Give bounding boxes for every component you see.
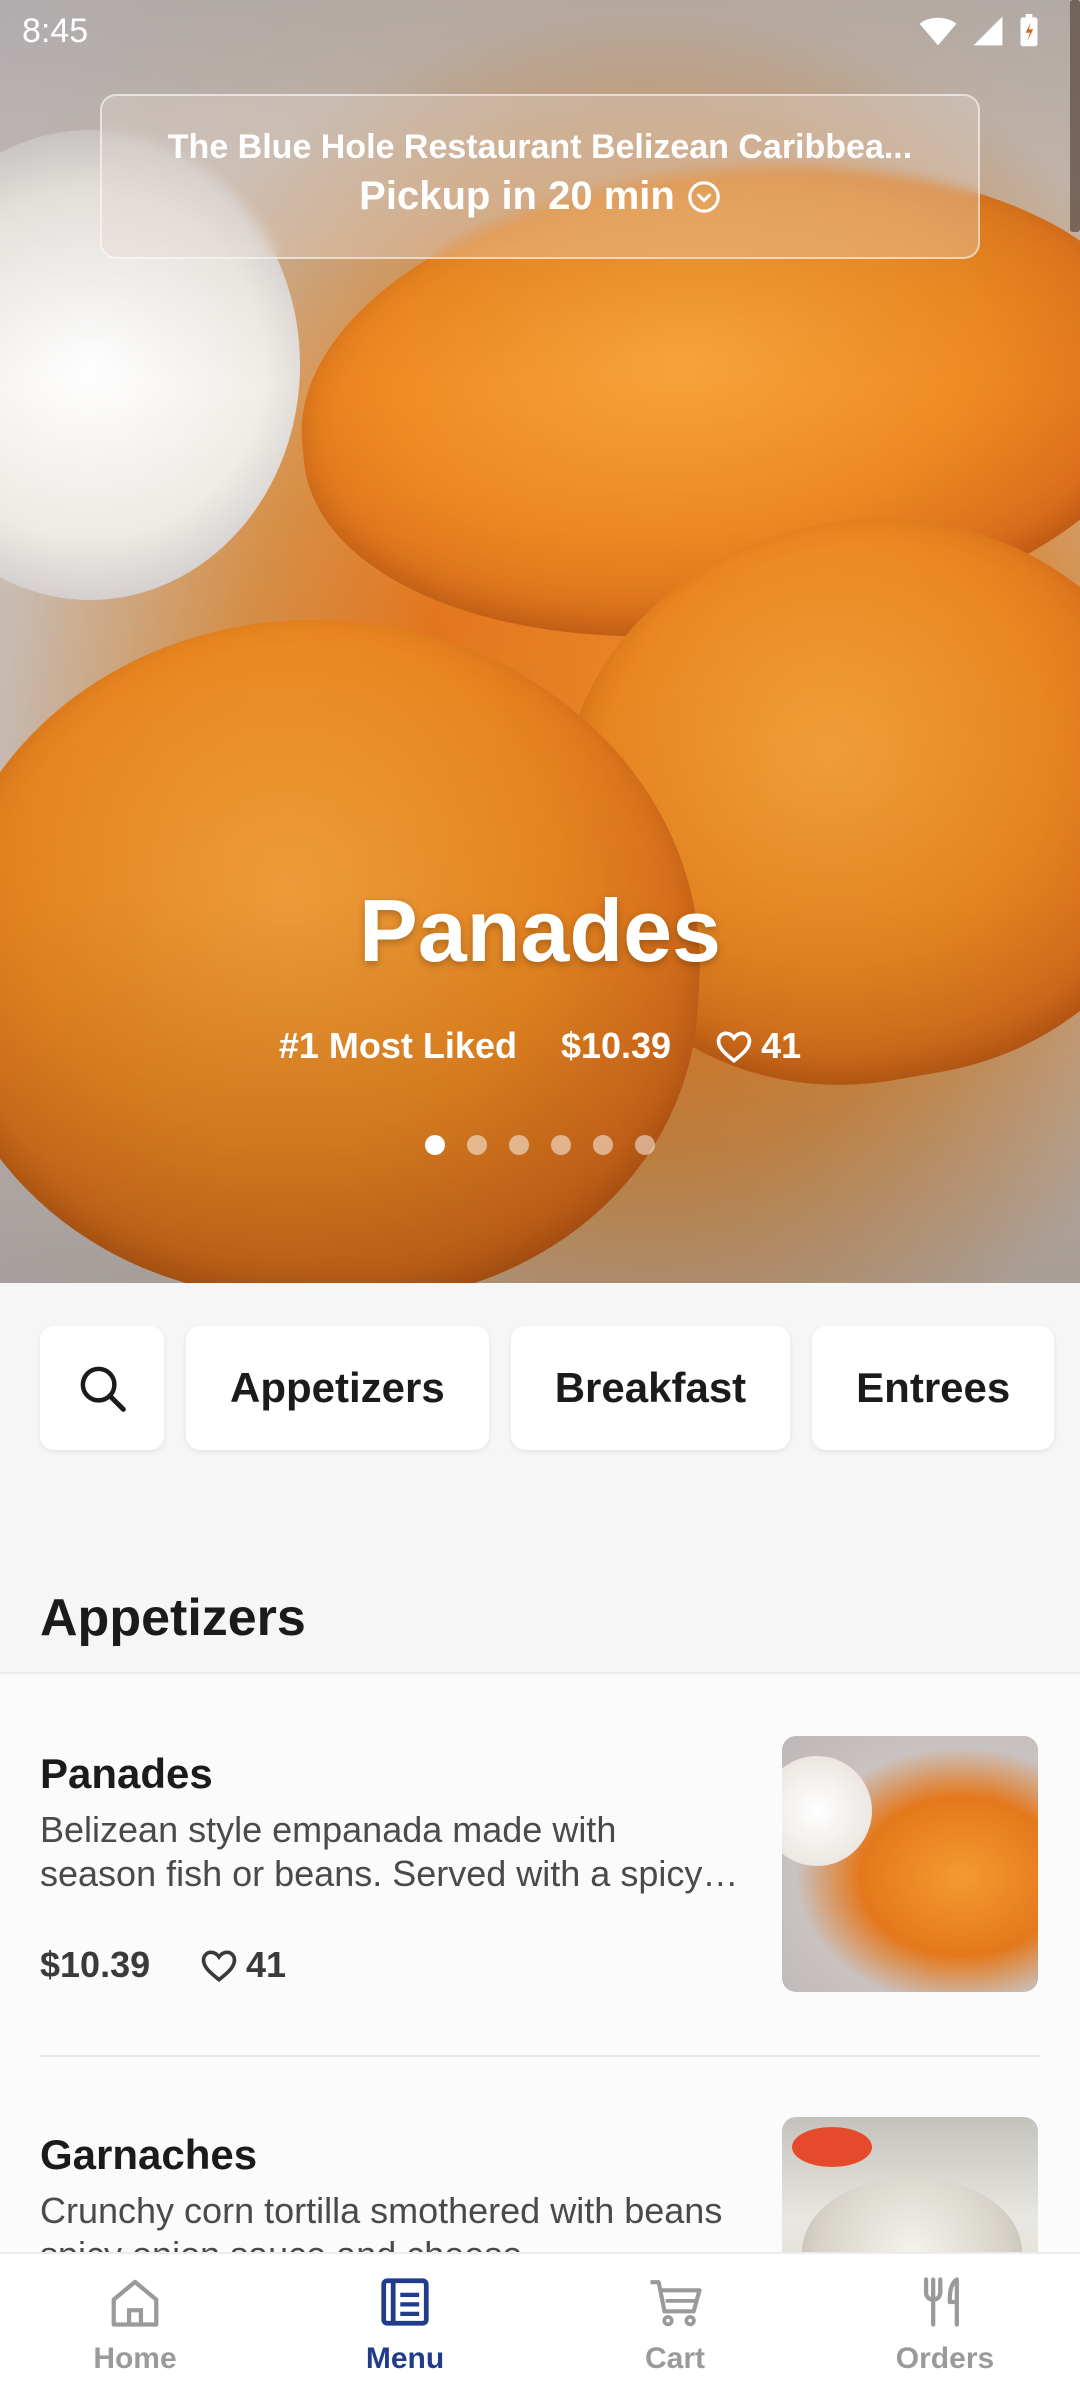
nav-cart[interactable]: Cart bbox=[540, 2254, 810, 2400]
menu-list: Panades Belizean style empanada made wit… bbox=[0, 1672, 1080, 2252]
signal-icon bbox=[973, 16, 1003, 46]
wifi-icon bbox=[919, 17, 957, 46]
pickup-time-label: Pickup in 20 min bbox=[359, 174, 675, 218]
nav-home[interactable]: Home bbox=[0, 2254, 270, 2400]
hero-price: $10.39 bbox=[560, 1025, 672, 1066]
hero-title: Panades bbox=[359, 881, 721, 980]
carousel-dot[interactable] bbox=[425, 1135, 445, 1155]
heart-icon bbox=[201, 1950, 237, 1982]
section-title: Appetizers bbox=[40, 1589, 306, 1647]
menu-item-description: Belizean style empanada made with season… bbox=[40, 1809, 703, 1894]
nav-cart-label: Cart bbox=[644, 2342, 705, 2375]
status-bar: 8:45 bbox=[0, 0, 1080, 64]
menu-item-likes-count: 41 bbox=[246, 1944, 287, 1985]
nav-orders-label: Orders bbox=[895, 2342, 995, 2375]
menu-item[interactable]: Garnaches Crunchy corn tortilla smothere… bbox=[0, 2057, 1080, 2252]
heart-icon bbox=[716, 1031, 752, 1063]
battery-icon bbox=[1020, 14, 1038, 47]
category-chip-breakfast[interactable]: Breakfast bbox=[510, 1326, 791, 1450]
hero-likes: 41 bbox=[715, 1025, 801, 1067]
most-liked-badge: #1 Most Liked bbox=[278, 1025, 517, 1066]
menu-item-price: $10.39 bbox=[40, 1944, 151, 1985]
carousel-dot[interactable] bbox=[635, 1135, 655, 1155]
carousel-dot[interactable] bbox=[467, 1135, 487, 1155]
pickup-time[interactable]: Pickup in 20 min bbox=[102, 174, 978, 219]
menu-item-likes: 41 bbox=[200, 1944, 286, 1986]
utensils-icon bbox=[923, 2277, 959, 2327]
pickup-card[interactable]: The Blue Hole Restaurant Belizean Caribb… bbox=[100, 94, 980, 259]
menu-item-image bbox=[782, 1736, 1038, 1992]
search-button[interactable] bbox=[40, 1326, 164, 1450]
category-chips: Appetizers Breakfast Entrees bbox=[40, 1326, 1055, 1450]
menu-item-description: Crunchy corn tortilla smothered with bea… bbox=[40, 2190, 723, 2252]
restaurant-name: The Blue Hole Restaurant Belizean Caribb… bbox=[167, 128, 913, 166]
carousel-dot[interactable] bbox=[593, 1135, 613, 1155]
menu-item-image bbox=[782, 2117, 1038, 2252]
carousel-dots[interactable] bbox=[0, 1135, 1080, 1155]
bottom-navigation: Home Menu Cart Orders bbox=[0, 2252, 1080, 2400]
nav-menu-label: Menu bbox=[365, 2342, 445, 2375]
menu-icon bbox=[381, 2278, 429, 2326]
search-icon bbox=[80, 1366, 126, 1412]
carousel-dot[interactable] bbox=[551, 1135, 571, 1155]
nav-home-label: Home bbox=[93, 2342, 177, 2375]
menu-item-name: Garnaches bbox=[40, 2131, 258, 2178]
carousel-dot[interactable] bbox=[509, 1135, 529, 1155]
menu-item[interactable]: Panades Belizean style empanada made wit… bbox=[0, 1674, 1080, 2054]
status-icons bbox=[918, 14, 1040, 48]
chevron-down-circle-icon bbox=[688, 180, 720, 213]
cart-icon bbox=[650, 2280, 702, 2327]
category-chip-appetizers[interactable]: Appetizers bbox=[186, 1326, 489, 1450]
hero-likes-count: 41 bbox=[761, 1025, 802, 1066]
home-icon bbox=[111, 2279, 159, 2327]
category-chip-entrees[interactable]: Entrees bbox=[812, 1326, 1055, 1450]
nav-orders[interactable]: Orders bbox=[810, 2254, 1080, 2400]
nav-menu[interactable]: Menu bbox=[270, 2254, 540, 2400]
menu-item-name: Panades bbox=[40, 1750, 213, 1797]
hero-meta: #1 Most Liked $10.39 41 bbox=[0, 1025, 1080, 1067]
status-time: 8:45 bbox=[22, 12, 89, 50]
